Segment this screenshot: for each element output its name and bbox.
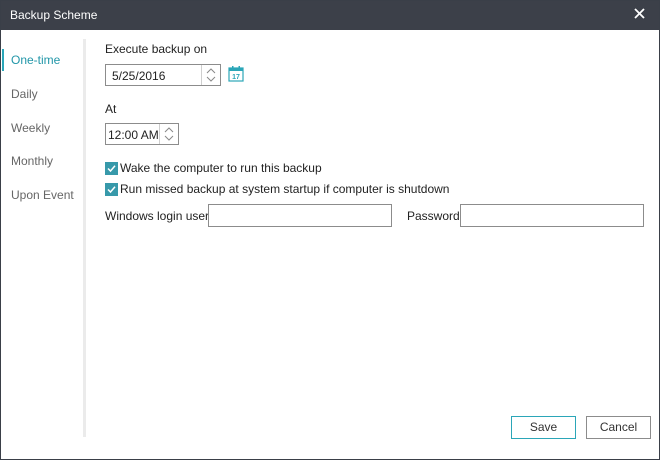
password-input[interactable] xyxy=(460,204,644,227)
time-picker[interactable]: 12:00 AM xyxy=(105,123,179,145)
wake-computer-label[interactable]: Wake the computer to run this backup xyxy=(120,161,322,175)
wake-computer-checkbox[interactable] xyxy=(105,162,118,175)
run-missed-backup-checkbox[interactable] xyxy=(105,183,118,196)
sidebar-item-monthly[interactable]: Monthly xyxy=(1,150,81,172)
sidebar-divider xyxy=(83,39,86,437)
time-spinner xyxy=(159,124,178,144)
sidebar-item-label: Daily xyxy=(11,87,38,101)
date-value: 5/25/2016 xyxy=(112,69,166,83)
checkmark-icon xyxy=(107,186,116,194)
window-title: Backup Scheme xyxy=(10,8,98,22)
at-label: At xyxy=(105,102,117,116)
time-value: 12:00 AM xyxy=(108,128,159,142)
chevron-up-icon[interactable] xyxy=(164,126,174,134)
sidebar-item-label: Monthly xyxy=(11,154,54,168)
sidebar-item-daily[interactable]: Daily xyxy=(1,83,81,105)
windows-login-user-input[interactable] xyxy=(208,204,392,227)
save-button[interactable]: Save xyxy=(511,416,576,439)
close-button[interactable] xyxy=(629,4,649,26)
calendar-icon[interactable]: 17 xyxy=(228,65,244,82)
checkmark-icon xyxy=(107,165,116,173)
calendar-icon-day: 17 xyxy=(232,74,240,81)
sidebar-item-upon-event[interactable]: Upon Event xyxy=(1,184,81,206)
run-missed-backup-label[interactable]: Run missed backup at system startup if c… xyxy=(120,182,449,196)
windows-login-user-label: Windows login user: xyxy=(105,209,213,223)
chevron-up-icon[interactable] xyxy=(206,67,216,75)
execute-backup-label: Execute backup on xyxy=(105,42,208,56)
sidebar-item-label: Weekly xyxy=(11,121,51,135)
sidebar-item-label: Upon Event xyxy=(11,188,74,202)
date-spinner xyxy=(201,65,220,85)
chevron-down-icon[interactable] xyxy=(206,75,216,83)
sidebar-item-weekly[interactable]: Weekly xyxy=(1,117,81,139)
cancel-button[interactable]: Cancel xyxy=(586,416,651,439)
schedule-type-sidebar: One-time Daily Weekly Monthly Upon Event xyxy=(1,31,81,439)
active-indicator xyxy=(2,49,4,71)
backup-scheme-dialog: Backup Scheme One-time Daily Weekly Mont… xyxy=(0,0,660,460)
sidebar-item-label: One-time xyxy=(11,53,61,67)
chevron-down-icon[interactable] xyxy=(164,134,174,142)
date-picker[interactable]: 5/25/2016 xyxy=(105,64,221,86)
sidebar-item-one-time[interactable]: One-time xyxy=(1,49,81,71)
close-icon xyxy=(633,8,645,19)
password-label: Password: xyxy=(407,209,464,223)
title-bar: Backup Scheme xyxy=(1,1,659,30)
